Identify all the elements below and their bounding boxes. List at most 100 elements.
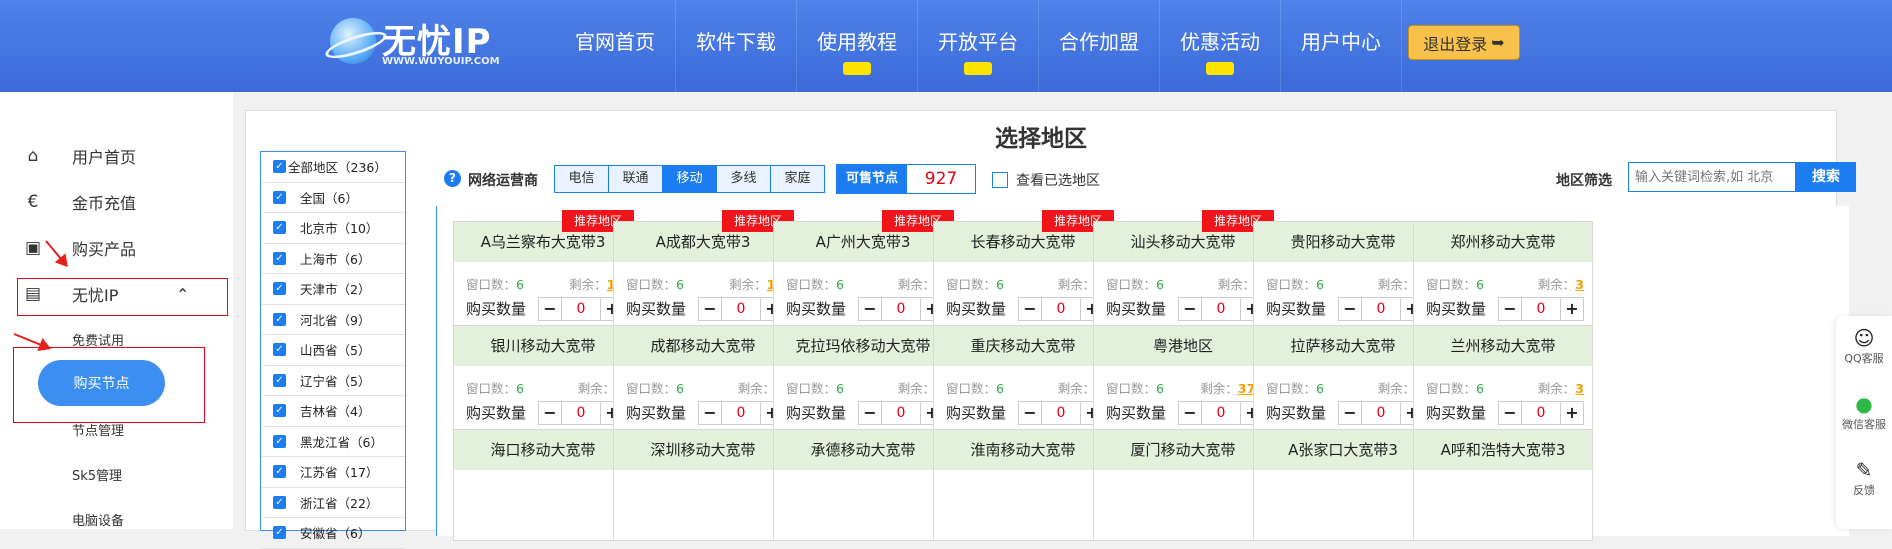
region-card[interactable]: 淮南移动大宽带	[933, 429, 1113, 541]
quantity-value[interactable]: 0	[1041, 298, 1081, 320]
minus-button[interactable]: −	[859, 402, 881, 424]
minus-button[interactable]: −	[539, 402, 561, 424]
nav-item[interactable]: 合作加盟	[1039, 0, 1160, 92]
region-card[interactable]: 重庆移动大宽带窗口数：6剩余：5购买数量−0+	[933, 325, 1113, 437]
operator-tab[interactable]: 联通	[609, 166, 663, 192]
region-card[interactable]: A呼和浩特大宽带3	[1413, 429, 1593, 541]
region-card[interactable]: A乌兰察布大宽带3推荐地区窗口数：6剩余：18购买数量−0+	[453, 210, 634, 333]
operator-tab[interactable]: 电信	[555, 166, 609, 192]
operator-tab[interactable]: 移动	[663, 166, 717, 192]
quantity-value[interactable]: 0	[561, 298, 601, 320]
quantity-value[interactable]: 0	[1361, 298, 1401, 320]
minus-button[interactable]: −	[1179, 402, 1201, 424]
region-card[interactable]: 海口移动大宽带	[453, 429, 633, 541]
search-button[interactable]: 搜索	[1796, 162, 1856, 192]
plus-button[interactable]: +	[1561, 298, 1583, 320]
minus-button[interactable]: −	[699, 298, 721, 320]
qq-service-button[interactable]: ☺ QQ客服	[1836, 316, 1892, 382]
quantity-value[interactable]: 0	[1521, 402, 1561, 424]
checkbox-checked-icon[interactable]: ✓	[273, 434, 286, 448]
quantity-value[interactable]: 0	[561, 402, 601, 424]
nav-item[interactable]: 官网首页	[555, 0, 676, 92]
nav-item[interactable]: 用户中心	[1281, 0, 1402, 92]
checkbox-checked-icon[interactable]: ✓	[273, 495, 286, 509]
region-item[interactable]: ✓ 北京市（10）	[261, 213, 405, 244]
checkbox-checked-icon[interactable]: ✓	[273, 251, 286, 265]
nav-item[interactable]: 使用教程	[797, 0, 918, 92]
region-item[interactable]: ✓ 全国（6）	[261, 183, 405, 213]
region-item[interactable]: ✓ 辽宁省（5）	[261, 366, 405, 396]
operator-tab[interactable]: 多线	[717, 166, 771, 192]
region-card[interactable]: 成都移动大宽带窗口数：6剩余：4购买数量−0+	[613, 325, 793, 437]
minus-button[interactable]: −	[1019, 402, 1041, 424]
region-card[interactable]: 兰州移动大宽带 窗口数：6 剩余：3 购买数量 −0 +	[1413, 325, 1593, 437]
region-item[interactable]: ✓ 黑龙江省（6）	[261, 427, 405, 457]
feedback-button[interactable]: ✎ 反馈	[1836, 448, 1892, 514]
remaining-value[interactable]: 3	[1575, 277, 1584, 292]
sidebar-item-coin-recharge[interactable]: € 金币充值	[20, 187, 136, 217]
region-item[interactable]: ✓ 全部地区（236）	[261, 152, 405, 183]
logo[interactable]: 无忧IP WWW.WUYOUIP.COM	[330, 14, 500, 74]
region-card[interactable]: 承德移动大宽带	[773, 429, 953, 541]
sidebar-item-user-home[interactable]: ⌂ 用户首页	[20, 141, 136, 171]
checkbox-checked-icon[interactable]: ✓	[273, 526, 286, 540]
region-card[interactable]: 汕头移动大宽带推荐地区窗口数：6剩余：5购买数量−0+	[1093, 210, 1274, 333]
sidebar-sub-pc-devices[interactable]: 电脑设备	[72, 510, 124, 529]
region-card[interactable]: A张家口大宽带3	[1253, 429, 1433, 541]
quantity-value[interactable]: 0	[1361, 402, 1401, 424]
region-card[interactable]: 粤港地区 窗口数：6 剩余：379 购买数量 −0 +	[1093, 325, 1273, 437]
region-card[interactable]: 厦门移动大宽带	[1093, 429, 1273, 541]
quantity-value[interactable]: 0	[881, 402, 921, 424]
region-item[interactable]: ✓ 安徽省（6）	[261, 518, 405, 549]
region-card[interactable]: 贵阳移动大宽带窗口数：6剩余：3购买数量−0+	[1253, 221, 1433, 333]
minus-button[interactable]: −	[1499, 298, 1521, 320]
view-selected-checkbox[interactable]: 查看已选地区	[992, 170, 1100, 190]
region-search-input[interactable]	[1628, 162, 1796, 192]
minus-button[interactable]: −	[1179, 298, 1201, 320]
wechat-service-button[interactable]: ● 微信客服	[1836, 382, 1892, 448]
logout-button[interactable]: 退出登录 ➥	[1408, 25, 1520, 60]
region-item[interactable]: ✓ 天津市（2）	[261, 274, 405, 305]
region-item[interactable]: ✓ 江苏省（17）	[261, 457, 405, 488]
region-card[interactable]: 克拉玛依移动大宽带窗口数：6剩余：7购买数量−0+	[773, 325, 953, 437]
minus-button[interactable]: −	[1019, 298, 1041, 320]
plus-button[interactable]: +	[1561, 402, 1583, 424]
quantity-value[interactable]: 0	[1201, 402, 1241, 424]
sidebar-sub-sk5-manage[interactable]: Sk5管理	[72, 465, 122, 484]
checkbox-checked-icon[interactable]: ✓	[273, 190, 286, 204]
region-item[interactable]: ✓ 上海市（6）	[261, 244, 405, 274]
region-card[interactable]: A广州大宽带3推荐地区窗口数：6剩余：7购买数量−0+	[773, 210, 954, 333]
minus-button[interactable]: −	[1339, 402, 1361, 424]
region-card[interactable]: 长春移动大宽带推荐地区窗口数：6剩余：6购买数量−0+	[933, 210, 1114, 333]
minus-button[interactable]: −	[859, 298, 881, 320]
minus-button[interactable]: −	[1339, 298, 1361, 320]
minus-button[interactable]: −	[699, 402, 721, 424]
checkbox-checked-icon[interactable]: ✓	[273, 160, 286, 174]
region-card[interactable]: 深圳移动大宽带	[613, 429, 793, 541]
nav-item[interactable]: 软件下载	[676, 0, 797, 92]
region-card[interactable]: 拉萨移动大宽带窗口数：6 剩余： 6 购买数量 −0+	[1253, 325, 1433, 437]
region-item[interactable]: ✓ 浙江省（22）	[261, 488, 405, 518]
checkbox-checked-icon[interactable]: ✓	[273, 312, 286, 326]
quantity-value[interactable]: 0	[721, 402, 761, 424]
region-card[interactable]: 郑州移动大宽带 窗口数：6 剩余：3 购买数量 −0 +	[1413, 221, 1593, 333]
region-card[interactable]: A成都大宽带3推荐地区窗口数：6剩余：10购买数量−0+	[613, 210, 794, 333]
region-item[interactable]: ✓ 河北省（9）	[261, 305, 405, 335]
operator-tab[interactable]: 家庭	[771, 166, 824, 192]
region-item[interactable]: ✓ 吉林省（4）	[261, 396, 405, 427]
remaining-value[interactable]: 3	[1575, 381, 1584, 396]
region-item[interactable]: ✓ 山西省（5）	[261, 335, 405, 366]
checkbox-checked-icon[interactable]: ✓	[273, 282, 286, 296]
quantity-value[interactable]: 0	[1201, 298, 1241, 320]
quantity-value[interactable]: 0	[721, 298, 761, 320]
quantity-value[interactable]: 0	[1521, 298, 1561, 320]
checkbox-checked-icon[interactable]: ✓	[273, 221, 286, 235]
quantity-value[interactable]: 0	[881, 298, 921, 320]
checkbox-checked-icon[interactable]: ✓	[273, 404, 286, 418]
quantity-value[interactable]: 0	[1041, 402, 1081, 424]
region-card[interactable]: 银川移动大宽带窗口数：6剩余：5购买数量−0+	[453, 325, 633, 437]
help-icon[interactable]: ?	[444, 170, 461, 187]
minus-button[interactable]: −	[539, 298, 561, 320]
checkbox-checked-icon[interactable]: ✓	[273, 465, 286, 479]
checkbox-checked-icon[interactable]: ✓	[273, 343, 286, 357]
